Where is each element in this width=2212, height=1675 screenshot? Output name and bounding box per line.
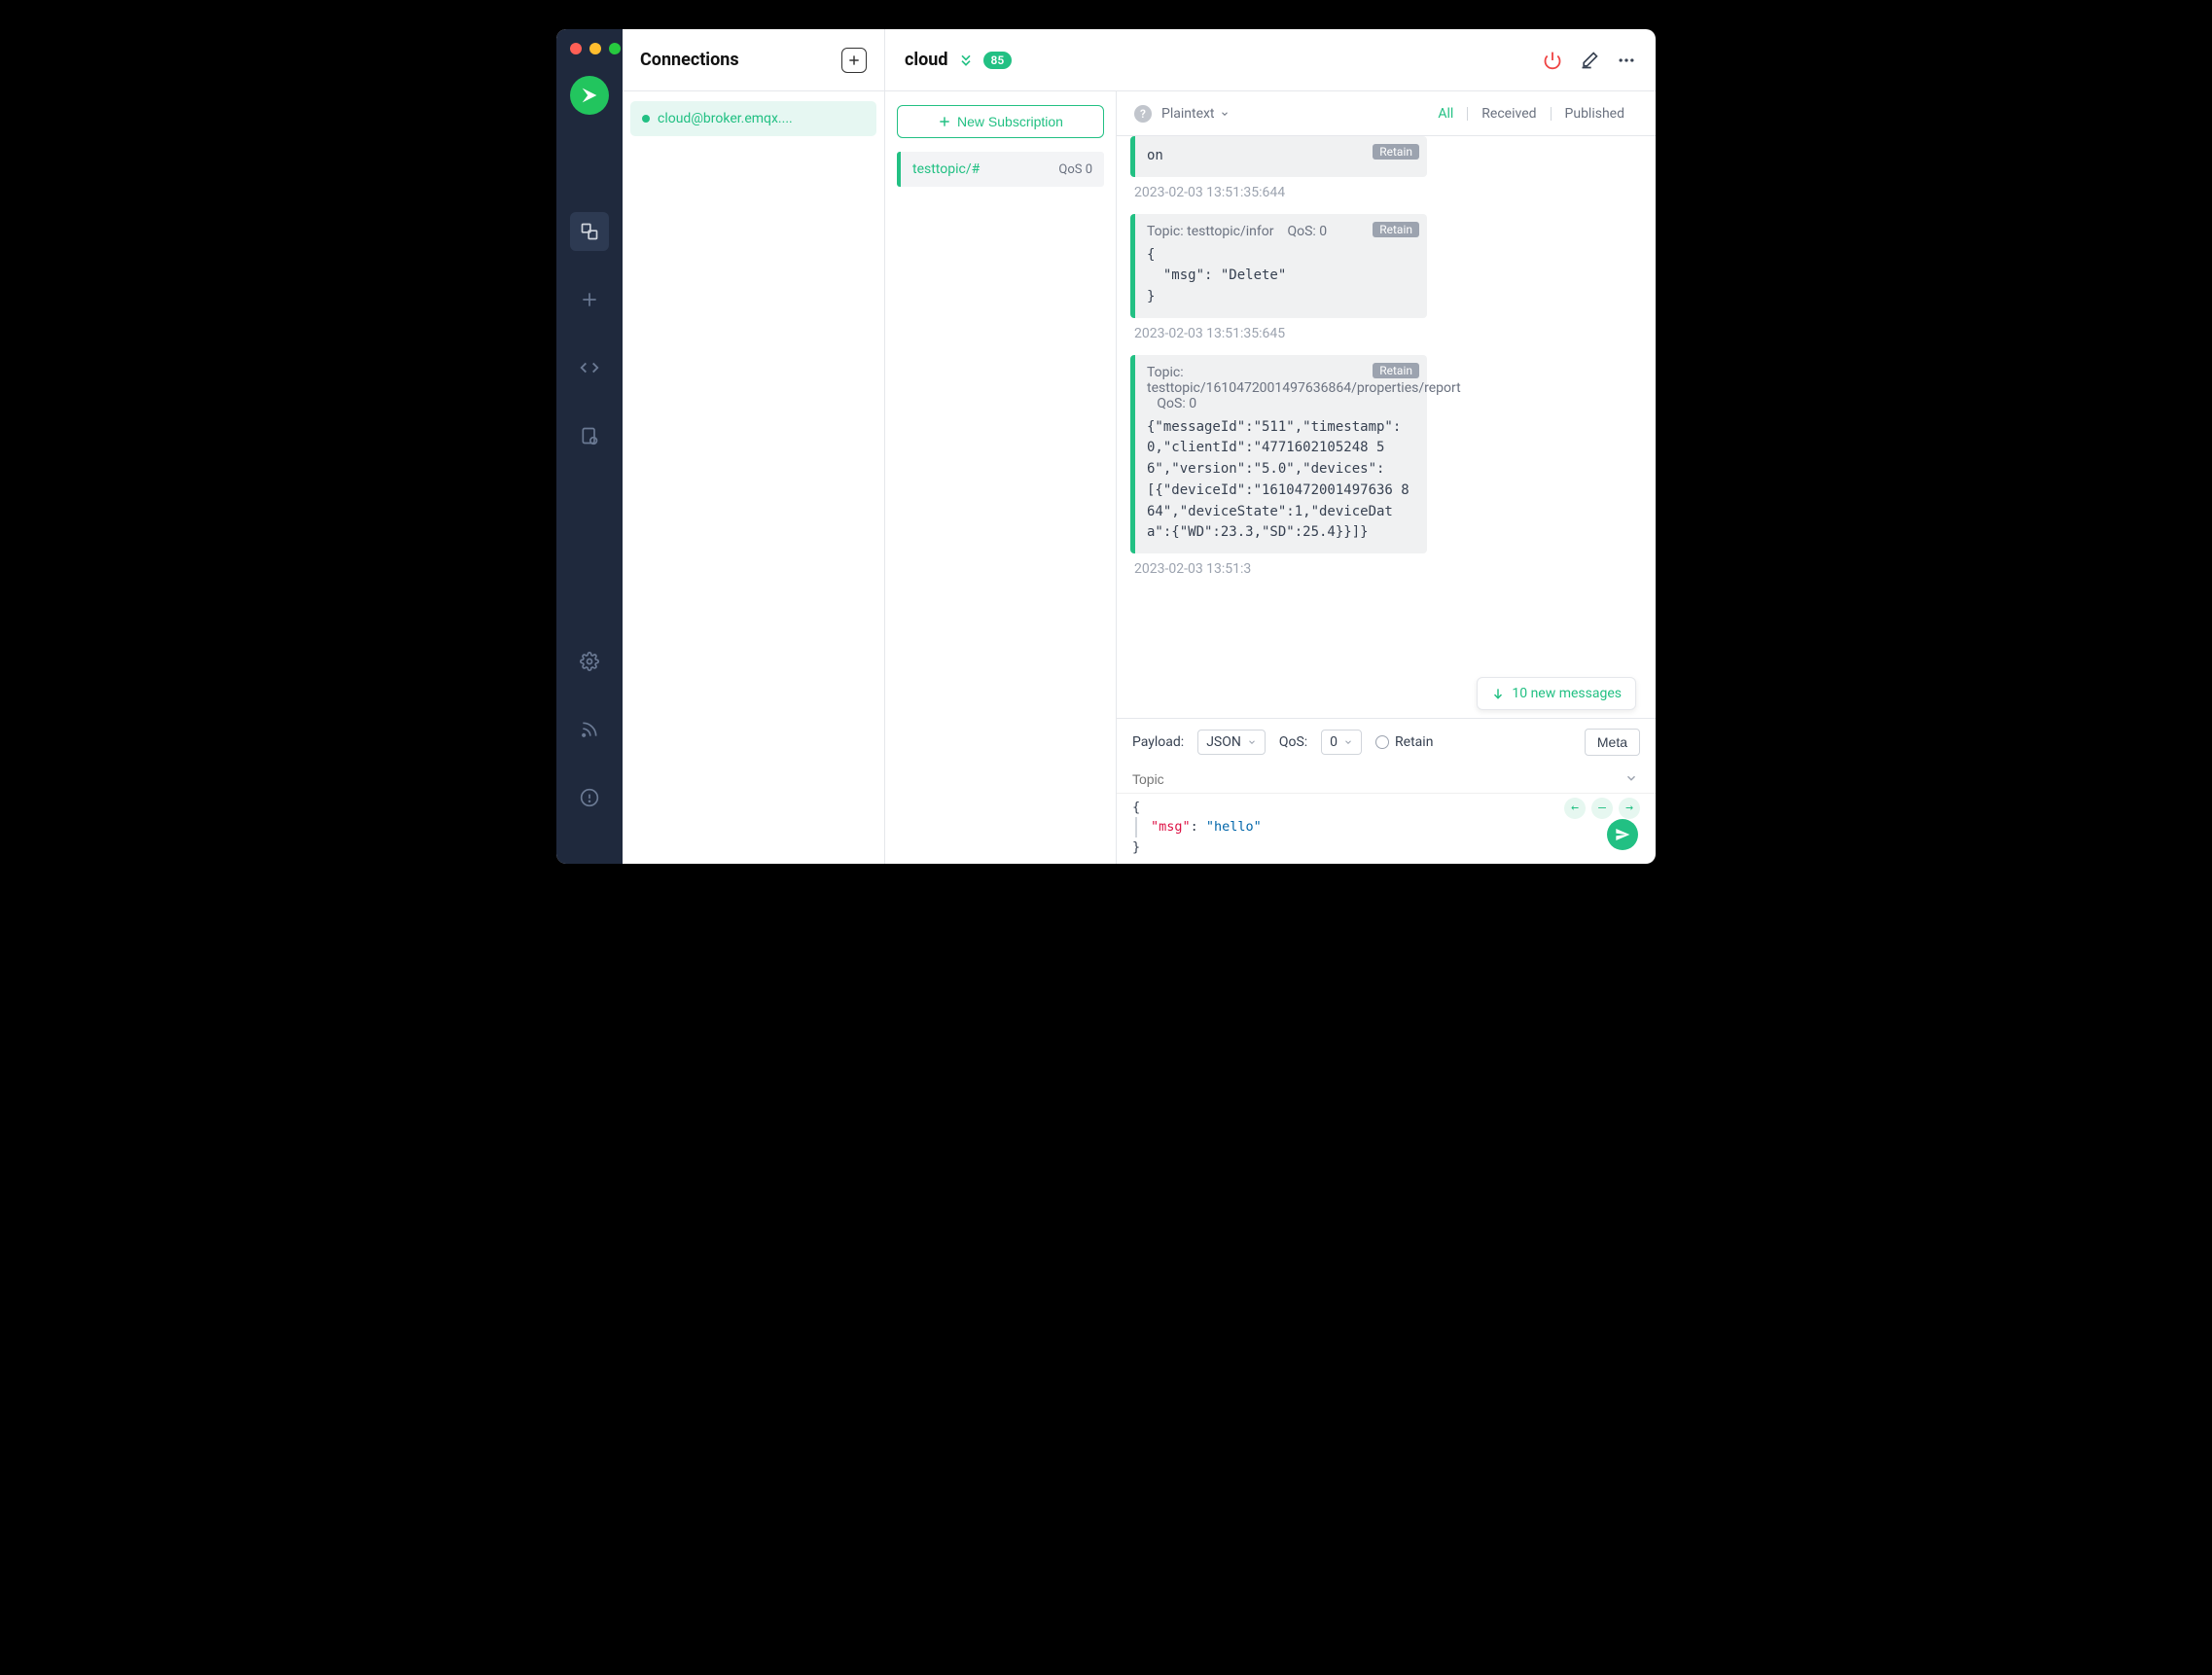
topic-input[interactable] bbox=[1117, 766, 1656, 793]
qos-select[interactable]: 0 bbox=[1321, 730, 1362, 755]
radio-icon bbox=[1375, 735, 1389, 749]
app-window: Connections cloud@broker.emqx.... cloud … bbox=[556, 29, 1656, 864]
connection-name: cloud bbox=[905, 50, 948, 70]
message-qos: QoS: 0 bbox=[1287, 224, 1327, 239]
messages-column: ? Plaintext All Received Published bbox=[1117, 91, 1656, 864]
message-body: { "msg": "Delete" } bbox=[1147, 245, 1415, 308]
more-button[interactable] bbox=[1617, 51, 1636, 70]
close-window[interactable] bbox=[570, 43, 582, 54]
connection-list: cloud@broker.emqx.... bbox=[623, 91, 884, 146]
chevron-down-icon bbox=[1343, 737, 1353, 747]
message-card: Retain Topic: testtopic/infor QoS: 0 { "… bbox=[1130, 214, 1427, 318]
subscription-topic: testtopic/# bbox=[912, 161, 980, 177]
editor-next-button[interactable]: → bbox=[1619, 798, 1640, 819]
retain-toggle[interactable]: Retain bbox=[1375, 734, 1433, 750]
editor-collapse-button[interactable]: – bbox=[1591, 798, 1613, 819]
edit-button[interactable] bbox=[1580, 51, 1599, 70]
nav-settings[interactable] bbox=[570, 642, 609, 681]
subscription-qos: QoS 0 bbox=[1058, 162, 1092, 177]
retain-label: Retain bbox=[1395, 734, 1433, 750]
new-messages-pill[interactable]: 10 new messages bbox=[1477, 677, 1636, 710]
send-button[interactable] bbox=[1607, 819, 1638, 850]
message-card: Retain on bbox=[1130, 136, 1427, 177]
nav-help[interactable] bbox=[570, 778, 609, 817]
payload-label: Payload: bbox=[1132, 734, 1184, 750]
filter-bar: ? Plaintext All Received Published bbox=[1117, 91, 1656, 136]
arrow-down-icon bbox=[1491, 687, 1505, 700]
message-body: {"messageId":"511","timestamp":0,"client… bbox=[1147, 417, 1415, 544]
qos-value: 0 bbox=[1330, 734, 1338, 750]
nav-log[interactable] bbox=[570, 416, 609, 455]
publish-options: Payload: JSON QoS: 0 Retain bbox=[1117, 719, 1656, 766]
payload-format-value: JSON bbox=[1206, 734, 1241, 750]
tab-published[interactable]: Published bbox=[1552, 106, 1638, 122]
app-logo bbox=[570, 76, 609, 115]
maximize-window[interactable] bbox=[609, 43, 621, 54]
traffic-lights bbox=[570, 43, 621, 54]
new-subscription-label: New Subscription bbox=[957, 114, 1063, 129]
publish-panel: Payload: JSON QoS: 0 Retain bbox=[1117, 718, 1656, 864]
retain-badge: Retain bbox=[1373, 144, 1419, 160]
new-subscription-button[interactable]: New Subscription bbox=[897, 105, 1104, 138]
subscriptions-column: New Subscription testtopic/# QoS 0 bbox=[885, 91, 1117, 864]
message-timestamp: 2023-02-03 13:51:3 bbox=[1134, 561, 1642, 577]
nav-connections[interactable] bbox=[570, 212, 609, 251]
message-timestamp: 2023-02-03 13:51:35:644 bbox=[1134, 185, 1642, 200]
nav-feed[interactable] bbox=[570, 710, 609, 749]
tab-all[interactable]: All bbox=[1424, 106, 1467, 122]
editor-toolbar: ← – → bbox=[1564, 798, 1640, 819]
payload-editor[interactable]: ← – → { "msg": "hello" } bbox=[1117, 794, 1656, 864]
subscription-item[interactable]: testtopic/# QoS 0 bbox=[897, 152, 1104, 187]
format-value: Plaintext bbox=[1161, 106, 1215, 122]
nav-scripts[interactable] bbox=[570, 348, 609, 387]
message-card: Retain Topic: testtopic/1610472001497636… bbox=[1130, 355, 1427, 553]
retain-badge: Retain bbox=[1373, 363, 1419, 378]
meta-button[interactable]: Meta bbox=[1585, 729, 1640, 756]
status-dot-icon bbox=[642, 115, 650, 123]
payload-format-select[interactable]: JSON bbox=[1197, 730, 1266, 755]
format-select[interactable]: Plaintext bbox=[1161, 106, 1230, 122]
message-timestamp: 2023-02-03 13:51:35:645 bbox=[1134, 326, 1642, 341]
send-icon bbox=[1615, 827, 1630, 842]
sidebar bbox=[556, 29, 623, 864]
message-topic: Topic: testtopic/infor bbox=[1147, 224, 1273, 239]
add-connection-button[interactable] bbox=[841, 48, 867, 73]
content-main: cloud 85 bbox=[885, 29, 1656, 864]
connection-label: cloud@broker.emqx.... bbox=[658, 111, 793, 126]
qos-label: QoS: bbox=[1279, 734, 1307, 750]
minimize-window[interactable] bbox=[589, 43, 601, 54]
disconnect-button[interactable] bbox=[1543, 51, 1562, 70]
nav-new[interactable] bbox=[570, 280, 609, 319]
plus-icon bbox=[938, 115, 951, 128]
messages-list[interactable]: Retain on 2023-02-03 13:51:35:644 Retain… bbox=[1117, 136, 1656, 718]
new-messages-label: 10 new messages bbox=[1512, 686, 1622, 701]
topic-history-button[interactable] bbox=[1624, 771, 1638, 785]
content-header: cloud 85 bbox=[885, 29, 1656, 91]
filter-tabs: All Received Published bbox=[1424, 106, 1638, 122]
connections-title: Connections bbox=[640, 50, 739, 70]
editor-prev-button[interactable]: ← bbox=[1564, 798, 1586, 819]
chevron-down-icon bbox=[1220, 109, 1230, 119]
help-icon[interactable]: ? bbox=[1134, 105, 1152, 123]
tab-received[interactable]: Received bbox=[1468, 106, 1550, 122]
message-count-badge: 85 bbox=[983, 52, 1013, 69]
chevron-down-icon bbox=[1247, 737, 1257, 747]
message-qos: QoS: 0 bbox=[1157, 396, 1196, 411]
expand-icon[interactable] bbox=[958, 53, 974, 68]
connections-pane: Connections cloud@broker.emqx.... bbox=[623, 29, 885, 864]
connections-header: Connections bbox=[623, 29, 884, 91]
retain-badge: Retain bbox=[1373, 222, 1419, 237]
connection-item[interactable]: cloud@broker.emqx.... bbox=[630, 101, 876, 136]
